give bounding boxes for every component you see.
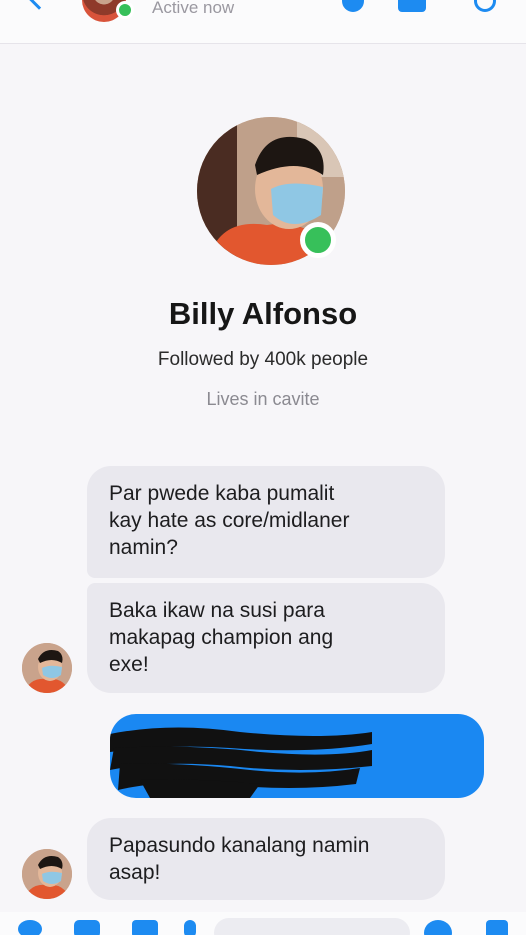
- incoming-message[interactable]: Papasundo kanalang namin asap!: [87, 818, 445, 900]
- camera-icon[interactable]: [74, 920, 100, 935]
- like-icon[interactable]: [486, 920, 508, 935]
- video-icon[interactable]: [398, 0, 426, 12]
- gallery-icon[interactable]: [132, 920, 158, 935]
- chat-header: Active now: [0, 0, 526, 44]
- back-icon[interactable]: [26, 0, 52, 10]
- apps-icon[interactable]: [18, 920, 42, 935]
- phone-icon[interactable]: [342, 0, 364, 12]
- online-status-dot: [116, 1, 134, 19]
- followers-text: Followed by 400k people: [157, 349, 369, 370]
- sender-avatar[interactable]: [22, 643, 72, 693]
- location-text: Lives in cavite: [206, 389, 320, 409]
- outgoing-message-redacted[interactable]: [110, 714, 484, 798]
- incoming-message[interactable]: Baka ikaw na susi para makapag champion …: [87, 583, 445, 693]
- profile-online-dot: [300, 222, 336, 258]
- active-status-text: Active now: [152, 0, 235, 17]
- message-input[interactable]: [214, 918, 410, 935]
- info-icon[interactable]: [474, 0, 496, 12]
- profile-name: Billy Alfonso: [168, 296, 358, 331]
- mic-icon[interactable]: [184, 920, 196, 935]
- incoming-message[interactable]: Par pwede kaba pumalit kay hate as core/…: [87, 466, 445, 578]
- composer-bar: [0, 912, 526, 935]
- emoji-icon[interactable]: [424, 920, 452, 935]
- redaction-scribble: [110, 727, 372, 798]
- sender-avatar[interactable]: [22, 849, 72, 899]
